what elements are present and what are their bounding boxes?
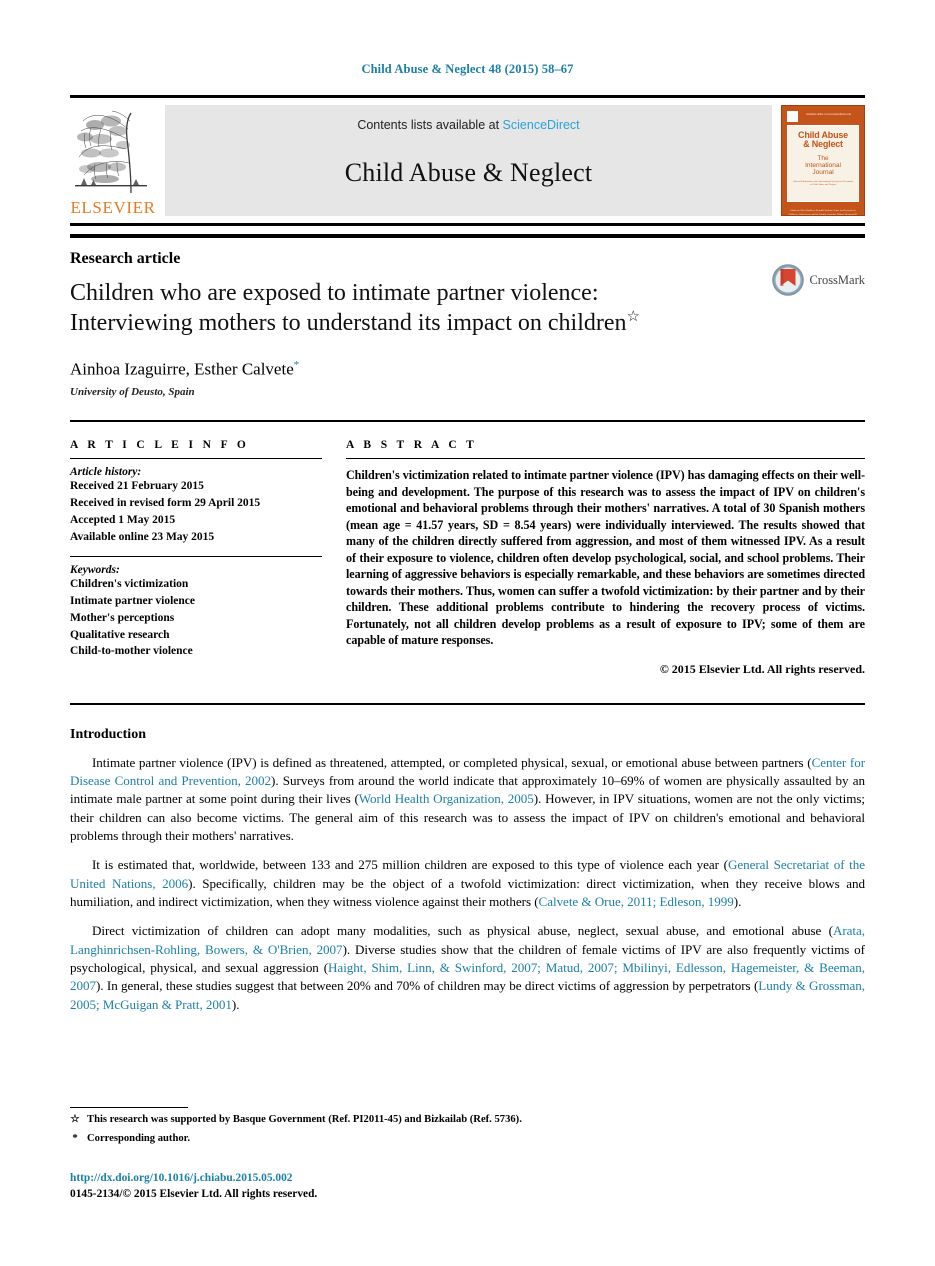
affiliation: University of Deusto, Spain [70, 386, 195, 399]
section-heading-introduction: Introduction [70, 726, 146, 742]
crossmark-badge[interactable]: CrossMark [772, 264, 865, 296]
cover-subtitle-line3: Journal [812, 169, 834, 177]
cover-publisher-mark [787, 111, 798, 122]
elsevier-wordmark: ELSEVIER [70, 198, 156, 217]
citation-link[interactable]: Calvete & Orue, 2011; Edleson, 1999 [539, 894, 734, 909]
cover-subtitle-line2: International [805, 162, 841, 170]
article-history-received: Received 21 February 2015 [70, 480, 204, 493]
keyword-item: Mother's perceptions [70, 611, 175, 624]
article-history-revised: Received in revised form 29 April 2015 [70, 496, 261, 509]
body-text: ). Specifically, children may be the obj… [70, 875, 865, 909]
cover-micro-text: Official Publication of the Internationa… [793, 180, 853, 187]
journal-title: Child Abuse & Neglect [344, 158, 593, 187]
body-text: ). In general, these studies suggest tha… [96, 978, 759, 994]
article-info-heading: A R T I C L E I N F O [70, 439, 250, 452]
sciencedirect-box: Contents lists available at ScienceDirec… [165, 105, 772, 216]
footnote-rule [70, 1107, 188, 1109]
elsevier-logo: ELSEVIER [70, 105, 156, 216]
journal-masthead: ELSEVIER Contents lists available at Sci… [70, 95, 865, 226]
cover-title-line2: & Neglect [803, 139, 843, 150]
keywords-label: Keywords: [70, 564, 120, 577]
abstract-copyright: © 2015 Elsevier Ltd. All rights reserved… [659, 661, 865, 676]
intro-paragraph-3: Direct victimization of children can ado… [70, 922, 865, 1014]
article-title: Children who are exposed to intimate par… [70, 279, 730, 339]
title-top-rule [70, 234, 865, 238]
keyword-item: Qualitative research [70, 628, 170, 641]
cover-subtitle-line1: The [817, 154, 829, 162]
body-text: Direct victimization of children can ado… [92, 923, 833, 939]
cover-footer-text: Editor-in-Chief Kathleen Kendall-Tackett… [788, 209, 858, 220]
footnote-corresponding-mark: * [72, 1133, 78, 1145]
article-title-line1: Children who are exposed to intimate par… [70, 280, 599, 306]
abstract-heading: A B S T R A C T [346, 439, 478, 452]
keywords-rule [70, 556, 322, 558]
footnote-corresponding-text: Corresponding author. [87, 1133, 191, 1145]
footnote-funding-text: This research was supported by Basque Go… [87, 1114, 522, 1126]
keyword-item: Children's victimization [70, 578, 189, 591]
abstract-rule [346, 458, 865, 460]
article-info-rule [70, 458, 322, 460]
citation-link[interactable]: World Health Organization, 2005 [359, 791, 534, 806]
footnote-funding: ☆ This research was supported by Basque … [70, 1113, 865, 1127]
article-info-column: A R T I C L E I N F O Article history: R… [70, 439, 322, 677]
author-list: Ainhoa Izaguirre, Esther Calvete* [70, 359, 865, 380]
doi-link[interactable]: http://dx.doi.org/10.1016/j.chiabu.2015.… [70, 1172, 292, 1184]
running-head: Child Abuse & Neglect 48 (2015) 58–67 [361, 62, 574, 76]
corresponding-author-mark[interactable]: * [294, 359, 300, 371]
journal-cover-thumbnail: Available online at www.sciencedirect.co… [781, 105, 865, 219]
body-text: ). [733, 893, 742, 909]
body-text: ). [231, 996, 240, 1012]
article-history-online: Available online 23 May 2015 [70, 530, 215, 543]
article-type-label: Research article [70, 250, 181, 267]
body-text: Intimate partner violence (IPV) is defin… [92, 754, 812, 770]
issn-copyright-line: 0145-2134/© 2015 Elsevier Ltd. All right… [70, 1188, 318, 1200]
title-block: CrossMark Research article Children who … [70, 234, 865, 398]
cover-top-text: Available online at www.sciencedirect.co… [806, 113, 851, 116]
article-history-label: Article history: [70, 466, 142, 479]
intro-paragraph-2: It is estimated that, worldwide, between… [70, 856, 865, 911]
sciencedirect-link[interactable]: ScienceDirect [503, 118, 580, 132]
cover-top-strip: Available online at www.sciencedirect.co… [787, 111, 859, 122]
author-names: Ainhoa Izaguirre, Esther Calvete [70, 359, 294, 379]
keyword-item: Intimate partner violence [70, 595, 195, 608]
body-text: It is estimated that, worldwide, between… [92, 857, 728, 873]
footnote-corresponding: * Corresponding author. [70, 1132, 865, 1146]
article-first-page: Child Abuse & Neglect 48 (2015) 58–67 EL… [0, 0, 935, 1266]
crossmark-label: CrossMark [809, 272, 865, 287]
info-abstract-row: A R T I C L E I N F O Article history: R… [70, 422, 865, 677]
article-history-accepted: Accepted 1 May 2015 [70, 513, 176, 526]
keyword-item: Child-to-mother violence [70, 645, 193, 658]
cover-panel: Child Abuse & Neglect The International … [787, 125, 859, 202]
article-title-line2: Interviewing mothers to understand its i… [70, 310, 627, 337]
contents-line: Contents lists available at ScienceDirec… [357, 118, 579, 132]
footnotes: ☆ This research was supported by Basque … [70, 1107, 865, 1146]
footnote-funding-mark: ☆ [70, 1114, 80, 1126]
article-body: Introduction Intimate partner violence (… [70, 705, 865, 1014]
contents-prefix: Contents lists available at [357, 118, 500, 132]
elsevier-tree-icon [75, 110, 147, 194]
crossmark-icon [772, 264, 805, 296]
title-footnote-mark[interactable]: ☆ [627, 309, 640, 325]
intro-paragraph-1: Intimate partner violence (IPV) is defin… [70, 754, 865, 846]
abstract-column: A B S T R A C T Children's victimization… [346, 439, 865, 677]
abstract-text: Children's victimization related to inti… [346, 468, 865, 648]
cover-subtitle: The International Journal [805, 155, 841, 176]
